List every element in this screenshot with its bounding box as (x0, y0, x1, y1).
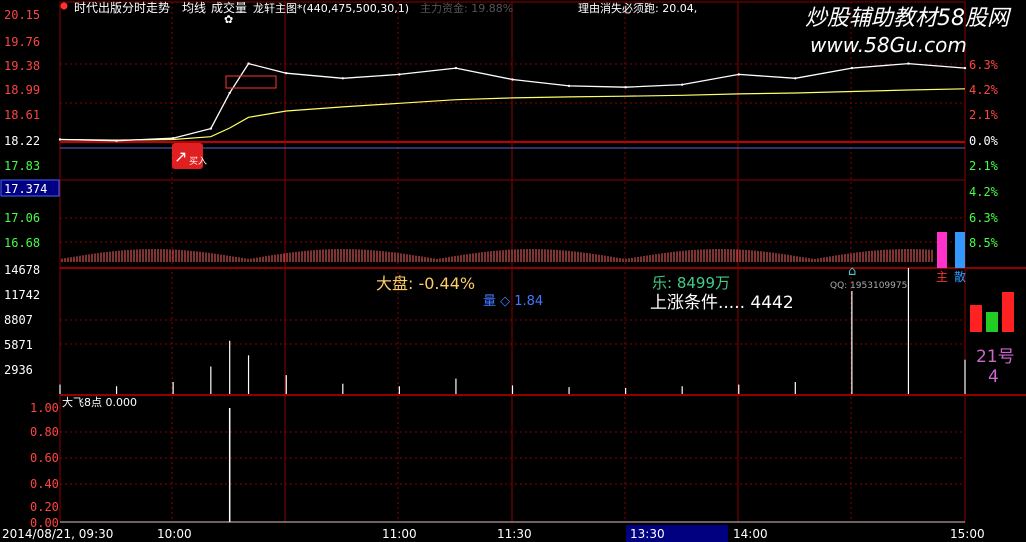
bar-red-tall (1002, 292, 1014, 332)
price-tick: 20.15 (4, 8, 40, 22)
reason-label: 理由消失必须跑: 20.04, (578, 1, 697, 15)
indicator-label: 大飞8点 0.000 (62, 395, 137, 409)
qq-contact: QQ: 1953109975 (830, 281, 907, 291)
main-chart-label: 龙轩主图*(440,475,500,30,1) (253, 1, 409, 15)
record-dot-icon (60, 2, 68, 10)
fund-side-bars: 主 散 21号 4 (936, 232, 1015, 387)
vol-tick: 8807 (4, 313, 33, 327)
bar-red (970, 305, 982, 332)
price-point (454, 66, 458, 70)
main-fund-bar (937, 232, 947, 268)
main-fund-label: 主力资金: 19.88% (420, 1, 513, 15)
market-change: 大盘: -0.44% (376, 274, 475, 293)
main-label: 主 (936, 270, 948, 284)
retail-label: 散 (954, 269, 966, 284)
ind-tick: 0.40 (30, 477, 59, 491)
pct-tick: 6.3% (969, 58, 999, 72)
pct-tick: 4.2% (969, 185, 999, 199)
price-point (567, 84, 571, 88)
buy-arrow-icon: ↗ (174, 147, 187, 166)
settings-gear-icon[interactable]: ✿ (224, 13, 233, 26)
time-tick: 14:00 (733, 527, 768, 541)
vol-tick: 11742 (4, 288, 40, 302)
liang-ratio: 量 ◇ 1.84 (483, 294, 543, 309)
vol-tick: 2936 (4, 363, 33, 377)
price-point (171, 136, 175, 140)
ind-tick: 1.00 (30, 401, 59, 415)
price-point (115, 139, 118, 142)
price-tick: 19.76 (4, 35, 40, 49)
price-tick: 17.06 (4, 211, 40, 225)
volume-texts: 大盘: -0.44% 量 ◇ 1.84 乐: 8499万 上涨条件..... 4… (376, 264, 907, 313)
price-tick: 17.83 (4, 159, 40, 173)
price-point (511, 78, 514, 81)
time-tick: 11:00 (382, 527, 417, 541)
vol-tick: 5871 (4, 338, 33, 352)
ind-tick: 0.60 (30, 451, 59, 465)
bar-green (986, 312, 998, 332)
pct-tick: 8.5% (969, 236, 999, 250)
volume-axis: 14678 11742 8807 5871 2936 (4, 263, 40, 377)
pct-tick: 2.1% (969, 159, 999, 173)
time-tick: 13:30 (630, 527, 665, 541)
price-point (624, 85, 627, 89)
pct-tick: 2.1% (969, 108, 999, 122)
ind-tick: 0.80 (30, 425, 59, 439)
price-tick: 18.22 (4, 134, 40, 148)
date-label: 2014/08/21, 09:30 (2, 527, 113, 541)
pct-tick: 0.0% (969, 134, 999, 148)
price-point (341, 77, 345, 80)
percent-axis-right: 6.3% 4.2% 2.1% 0.0% 2.1% 4.2% 6.3% 8.5% (969, 58, 999, 250)
time-tick: 11:30 (497, 527, 532, 541)
time-tick: 10:00 (157, 527, 192, 541)
money-amount: 乐: 8499万 (652, 274, 730, 292)
price-axis-left: 20.15 19.76 19.38 18.99 18.61 18.22 17.8… (0, 8, 60, 250)
buy-signal[interactable]: ↗ 买入 (172, 143, 207, 169)
price-point (58, 138, 62, 141)
badge-sub: 4 (988, 367, 999, 387)
avg-line-label: 均线 (182, 1, 206, 15)
indicator-axis: 1.00 0.80 0.60 0.40 0.20 0.00 (30, 401, 59, 530)
chart-title: 时代出版分时走势 (74, 1, 170, 15)
pct-tick: 6.3% (969, 211, 999, 225)
intraday-chart: 时代出版分时走势 均线 成交量 龙轩主图*(440,475,500,30,1) … (0, 0, 1026, 542)
price-point (680, 83, 684, 86)
price-point (794, 77, 797, 80)
current-price: 17.374 (4, 182, 47, 196)
pct-tick: 4.2% (969, 83, 999, 97)
macd-bars (61, 249, 933, 262)
price-point (963, 66, 967, 70)
vol-tick: 14678 (4, 263, 40, 277)
badge-number: 21号 (976, 347, 1015, 367)
watermark-line2: www.58Gu.com (810, 33, 967, 57)
watermark: 炒股辅助教材58股网 www.58Gu.com (805, 6, 1012, 57)
price-point (850, 66, 854, 70)
price-point (907, 62, 910, 65)
retail-fund-bar (955, 232, 965, 268)
time-tick: 15:00 (950, 527, 985, 541)
price-point (398, 73, 401, 76)
price-point (247, 62, 250, 65)
home-icon[interactable]: ⌂ (848, 264, 856, 279)
price-tick: 18.99 (4, 83, 40, 97)
price-tick: 19.38 (4, 59, 40, 73)
watermark-line1: 炒股辅助教材58股网 (805, 6, 1012, 31)
price-point (285, 71, 288, 75)
header: 时代出版分时走势 均线 成交量 龙轩主图*(440,475,500,30,1) … (60, 0, 697, 26)
price-tick: 18.61 (4, 108, 40, 122)
buy-signal-label: 买入 (189, 156, 207, 167)
price-point (737, 73, 740, 76)
price-tick: 16.68 (4, 236, 40, 250)
ind-tick: 0.20 (30, 500, 59, 514)
price-point (228, 91, 231, 95)
price-point (209, 127, 213, 130)
time-axis: 2014/08/21, 09:30 10:00 11:00 11:30 13:3… (2, 525, 985, 542)
rise-condition: 上涨条件..... 4442 (650, 293, 794, 313)
